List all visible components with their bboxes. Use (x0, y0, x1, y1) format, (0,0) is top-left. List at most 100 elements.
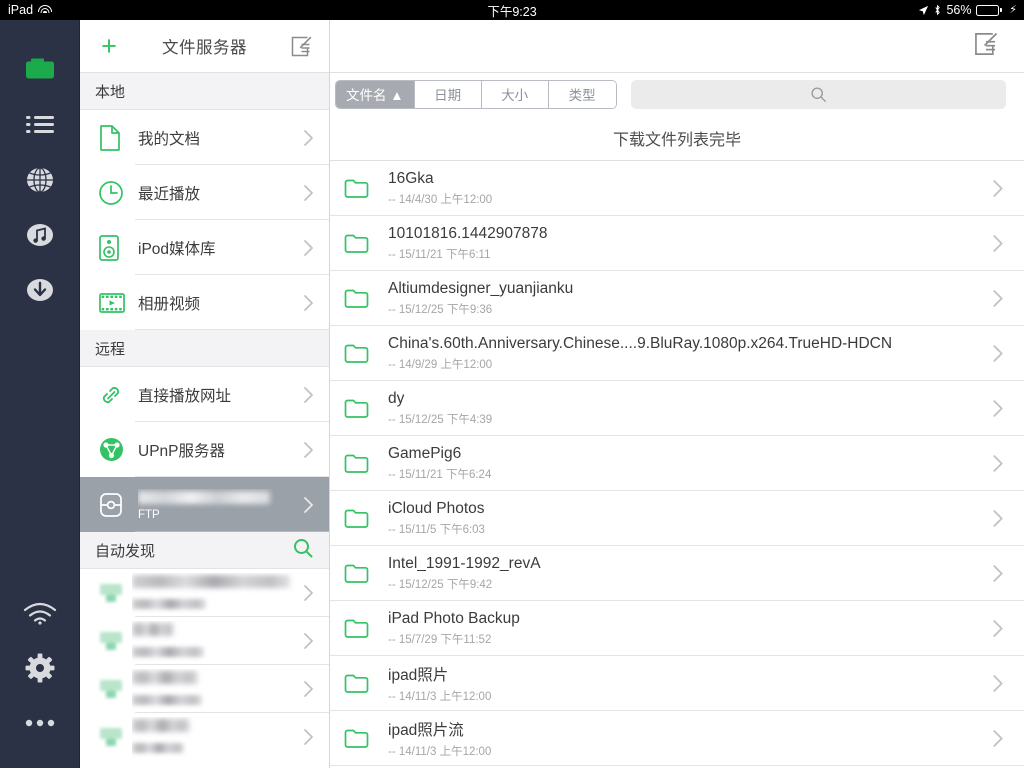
chevron-right-icon (299, 184, 317, 202)
sidebar-item-ftp-server[interactable]: FTP (80, 477, 329, 532)
file-name: 16Gka (388, 170, 988, 188)
charging-bolt-icon: ⚡ (1009, 5, 1017, 16)
folder-icon (344, 728, 369, 749)
sidebar-item-label: 我的文档 (138, 127, 299, 149)
sidebar-item-recently-played[interactable]: 最近播放 (80, 165, 329, 220)
file-list-item[interactable]: iCloud Photos-- 15/11/5 下午6:03 (330, 491, 1024, 546)
file-name: dy (388, 390, 988, 408)
sort-tab-date[interactable]: 日期 (415, 81, 482, 108)
folder-icon (344, 343, 369, 364)
chevron-right-icon (299, 680, 317, 698)
rail-item-more[interactable] (0, 695, 80, 750)
sort-segmented-control: 文件名 ▲ 日期 大小 类型 (335, 80, 617, 109)
folder-icon (344, 453, 378, 474)
rail-item-settings[interactable] (0, 640, 80, 695)
edit-servers-button[interactable] (287, 35, 313, 58)
file-list-item[interactable]: dy-- 15/12/25 下午4:39 (330, 381, 1024, 436)
file-name: ipad照片流 (388, 718, 988, 740)
discovery-list-item[interactable] (80, 713, 329, 761)
file-list-item[interactable]: GamePig6-- 15/11/21 下午6:24 (330, 436, 1024, 491)
file-list-item[interactable]: ipad照片 -- 14/11/3 上午12:00 (330, 656, 1024, 711)
search-input[interactable] (631, 80, 1006, 109)
discovery-list-item[interactable] (80, 665, 329, 713)
download-icon (24, 276, 56, 304)
sidebar-item-album-videos[interactable]: 相册视频 (80, 275, 329, 330)
file-name: Altiumdesigner_yuanjianku (388, 280, 988, 298)
link-icon (98, 382, 138, 408)
rail-item-browser[interactable] (0, 152, 80, 207)
file-list-item[interactable]: 10101816.1442907878-- 15/11/21 下午6:11 (330, 216, 1024, 271)
rail-item-music[interactable] (0, 207, 80, 262)
folder-icon (344, 563, 369, 584)
rail-item-downloads[interactable] (0, 262, 80, 317)
sidebar-item-my-documents[interactable]: 我的文档 (80, 110, 329, 165)
file-item-text: iCloud Photos-- 15/11/5 下午6:03 (378, 500, 988, 537)
file-meta: -- 15/11/21 下午6:11 (388, 246, 988, 262)
redacted-name (132, 623, 174, 636)
rail-item-network[interactable] (0, 585, 80, 640)
file-list-item[interactable]: ipad照片流 -- 14/11/3 上午12:00 (330, 711, 1024, 766)
file-name: China's.60th.Anniversary.Chinese....9.Bl… (388, 335, 988, 353)
chevron-right-icon (988, 399, 1008, 418)
chevron-right-icon (299, 496, 317, 514)
compose-edit-icon (972, 31, 999, 57)
location-arrow-icon (918, 5, 929, 16)
discovery-label: 自动发现 (95, 540, 155, 561)
chevron-right-icon (988, 509, 1008, 528)
sidebar-item-direct-url[interactable]: 直接播放网址 (80, 367, 329, 422)
folder-icon (344, 233, 369, 254)
file-meta: -- 14/11/3 上午12:00 (388, 743, 988, 759)
file-list-item[interactable]: China's.60th.Anniversary.Chinese....9.Bl… (330, 326, 1024, 381)
folder-icon (344, 233, 378, 254)
file-list-item[interactable]: 16Gka-- 14/4/30 上午12:00 (330, 161, 1024, 216)
sidebar-item-ipod-library[interactable]: iPod媒体库 (80, 220, 329, 275)
file-name: ipad照片 (388, 663, 988, 685)
chevron-right-icon (299, 632, 317, 650)
file-item-text: dy-- 15/12/25 下午4:39 (378, 390, 988, 427)
file-meta: -- 14/11/3 上午12:00 (388, 688, 988, 704)
list-status-text: 下载文件列表完毕 (330, 115, 1024, 161)
compose-edit-icon (289, 35, 313, 58)
file-list-item[interactable]: Intel_1991-1992_revA-- 15/12/25 下午9:42 (330, 546, 1024, 601)
sort-tab-type[interactable]: 类型 (549, 81, 616, 108)
add-server-button[interactable]: + (96, 33, 122, 60)
folder-icon (344, 508, 378, 529)
folder-icon (344, 288, 369, 309)
wifi-icon (21, 600, 59, 626)
folder-icon (344, 398, 369, 419)
sidebar-item-label: UPnP服务器 (138, 439, 299, 461)
sidebar-item-label: 相册视频 (138, 292, 299, 314)
speaker-icon (98, 234, 138, 262)
file-list-item[interactable]: iPad Photo Backup-- 15/7/29 下午11:52 (330, 601, 1024, 656)
discovery-list-item[interactable] (80, 617, 329, 665)
file-list: 16Gka-- 14/4/30 上午12:0010101816.14429078… (330, 161, 1024, 766)
rail-item-files[interactable] (0, 42, 80, 97)
file-list-item[interactable]: Altiumdesigner_yuanjianku-- 15/12/25 下午9… (330, 271, 1024, 326)
sort-tab-filename[interactable]: 文件名 ▲ (336, 81, 415, 108)
discovery-list-item[interactable] (80, 569, 329, 617)
server-icon (98, 678, 132, 700)
chevron-right-icon (988, 344, 1008, 363)
redacted-sub (132, 647, 204, 657)
sidebar-item-label-redacted: FTP (138, 489, 299, 521)
folder-icon (344, 508, 369, 529)
search-icon (292, 537, 314, 559)
main-panel: 文件名 ▲ 日期 大小 类型 下载文件列表完毕 16Gka-- 14/4/30 … (330, 20, 1024, 768)
rail-item-playlist[interactable] (0, 97, 80, 152)
sidebar-item-upnp-server[interactable]: UPnP服务器 (80, 422, 329, 477)
app-screen: iPad 下午9:23 56% ⚡ (0, 0, 1024, 768)
chevron-right-icon (988, 454, 1008, 473)
file-meta: -- 15/11/21 下午6:24 (388, 466, 988, 482)
folder-icon (22, 56, 58, 84)
sort-tab-size[interactable]: 大小 (482, 81, 549, 108)
sidebar-item-sublabel: FTP (138, 509, 299, 521)
redacted-sub (132, 743, 184, 753)
chevron-right-icon (992, 564, 1004, 583)
discovery-search-button[interactable] (292, 537, 314, 563)
file-item-text: Altiumdesigner_yuanjianku-- 15/12/25 下午9… (378, 280, 988, 317)
main-edit-button[interactable] (972, 31, 999, 62)
list-icon (22, 112, 58, 138)
gear-icon (24, 652, 56, 684)
chevron-right-icon (992, 509, 1004, 528)
folder-icon (344, 673, 378, 694)
